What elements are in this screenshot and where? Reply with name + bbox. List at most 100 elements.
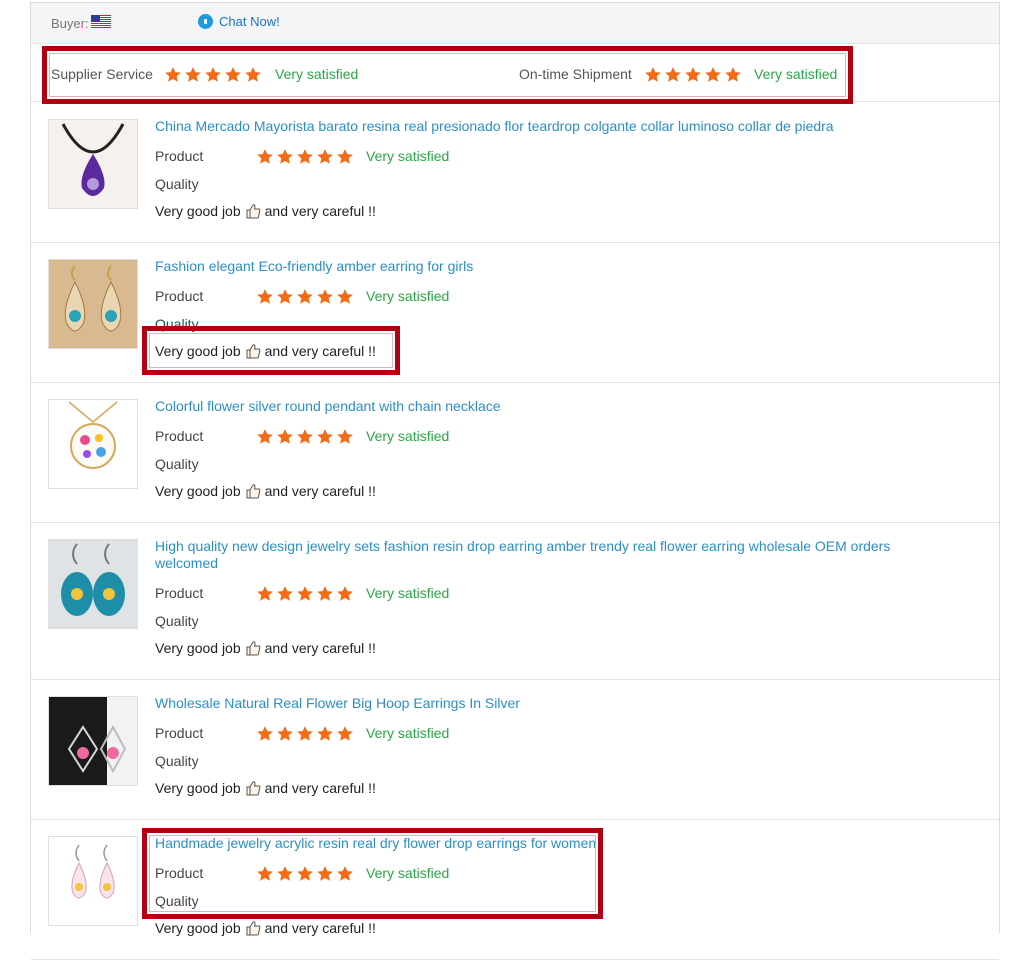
product-title-link[interactable]: Colorful flower silver round pendant wit… <box>155 398 895 415</box>
product-title-link[interactable]: Fashion elegant Eco-friendly amber earri… <box>155 258 895 275</box>
product-title-link[interactable]: Wholesale Natural Real Flower Big Hoop E… <box>155 695 895 712</box>
star-icon <box>257 866 273 881</box>
product-label: Product <box>155 288 204 304</box>
product-rating-stars <box>256 585 354 603</box>
quality-label: Quality <box>155 456 199 472</box>
star-icon <box>705 67 721 82</box>
review-item: Colorful flower silver round pendant wit… <box>31 382 999 523</box>
review-comment: Very good job and very careful !! <box>155 780 376 796</box>
review-item: Wholesale Natural Real Flower Big Hoop E… <box>31 679 999 820</box>
thumbs-up-icon <box>246 484 260 499</box>
star-icon <box>297 429 313 444</box>
thumbs-up-icon <box>246 641 260 656</box>
necklace-image <box>49 120 137 208</box>
hoop-earring-image <box>49 697 137 785</box>
product-thumbnail[interactable] <box>48 696 138 786</box>
quality-label: Quality <box>155 893 199 909</box>
star-icon <box>257 726 273 741</box>
star-icon <box>245 67 261 82</box>
quality-label: Quality <box>155 613 199 629</box>
product-thumbnail[interactable] <box>48 119 138 209</box>
star-icon <box>297 149 313 164</box>
review-item: Fashion elegant Eco-friendly amber earri… <box>31 242 999 383</box>
star-icon <box>277 866 293 881</box>
comment-text-start: Very good job <box>155 203 241 219</box>
product-rating-status: Very satisfied <box>366 288 450 304</box>
quality-label: Quality <box>155 316 199 332</box>
buyer-label: Buyer: <box>51 16 89 31</box>
chat-now-label: Chat Now! <box>219 14 280 29</box>
comment-text-end: and very careful !! <box>264 780 376 796</box>
supplier-service-stars <box>164 66 262 84</box>
comment-text-end: and very careful !! <box>264 343 376 359</box>
star-icon <box>297 726 313 741</box>
product-rating-status: Very satisfied <box>366 428 450 444</box>
product-label: Product <box>155 725 204 741</box>
star-icon <box>645 67 661 82</box>
comment-text-end: and very careful !! <box>264 920 376 936</box>
star-icon <box>257 149 273 164</box>
product-thumbnail[interactable] <box>48 259 138 349</box>
product-thumbnail[interactable] <box>48 836 138 926</box>
product-rating-status: Very satisfied <box>366 585 450 601</box>
product-rating-stars <box>256 288 354 306</box>
supplier-service-label: Supplier Service <box>51 66 153 82</box>
thumbs-up-icon <box>246 204 260 219</box>
product-thumbnail[interactable] <box>48 539 138 629</box>
star-icon <box>317 866 333 881</box>
comment-text-end: and very careful !! <box>264 203 376 219</box>
product-rating-status: Very satisfied <box>366 725 450 741</box>
product-label: Product <box>155 585 204 601</box>
star-icon <box>257 586 273 601</box>
thumbs-up-icon <box>246 344 260 359</box>
star-icon <box>317 429 333 444</box>
star-icon <box>297 586 313 601</box>
star-icon <box>337 586 353 601</box>
star-icon <box>317 289 333 304</box>
star-icon <box>277 429 293 444</box>
product-rating-stars <box>256 725 354 743</box>
product-label: Product <box>155 148 204 164</box>
chat-now-button[interactable]: Chat Now! <box>198 14 280 29</box>
product-rating-status: Very satisfied <box>366 148 450 164</box>
amber-earring-image <box>49 260 137 348</box>
review-comment: Very good job and very careful !! <box>155 920 376 936</box>
chat-icon <box>198 14 213 29</box>
star-icon <box>257 289 273 304</box>
product-title-link[interactable]: China Mercado Mayorista barato resina re… <box>155 118 895 135</box>
star-icon <box>337 726 353 741</box>
star-icon <box>317 586 333 601</box>
quality-label: Quality <box>155 176 199 192</box>
review-comment: Very good job and very careful !! <box>155 640 376 656</box>
star-icon <box>297 866 313 881</box>
product-thumbnail[interactable] <box>48 399 138 489</box>
star-icon <box>337 289 353 304</box>
quality-label: Quality <box>155 753 199 769</box>
review-item: Handmade jewelry acrylic resin real dry … <box>31 819 999 960</box>
supplier-service-status: Very satisfied <box>275 66 359 82</box>
star-icon <box>725 67 741 82</box>
product-rating-stars <box>256 148 354 166</box>
product-title-link[interactable]: High quality new design jewelry sets fas… <box>155 538 895 572</box>
comment-text-end: and very careful !! <box>264 640 376 656</box>
us-flag-icon <box>91 15 111 28</box>
comment-text-start: Very good job <box>155 343 241 359</box>
star-icon <box>317 726 333 741</box>
star-icon <box>185 67 201 82</box>
flower-pendant-image <box>49 400 137 488</box>
star-icon <box>685 67 701 82</box>
product-rating-stars <box>256 428 354 446</box>
review-comment: Very good job and very careful !! <box>155 203 376 219</box>
star-icon <box>257 429 273 444</box>
teal-drop-earring-image <box>49 540 137 628</box>
review-comment: Very good job and very careful !! <box>155 483 376 499</box>
on-time-shipment-stars <box>644 66 742 84</box>
product-rating-status: Very satisfied <box>366 865 450 881</box>
on-time-shipment-status: Very satisfied <box>754 66 838 82</box>
product-title-link[interactable]: Handmade jewelry acrylic resin real dry … <box>155 835 895 852</box>
review-comment: Very good job and very careful !! <box>155 343 376 359</box>
review-item: China Mercado Mayorista barato resina re… <box>31 102 999 243</box>
thumbs-up-icon <box>246 921 260 936</box>
buyer-header: Buyer: Chat Now! <box>31 3 999 44</box>
star-icon <box>297 289 313 304</box>
